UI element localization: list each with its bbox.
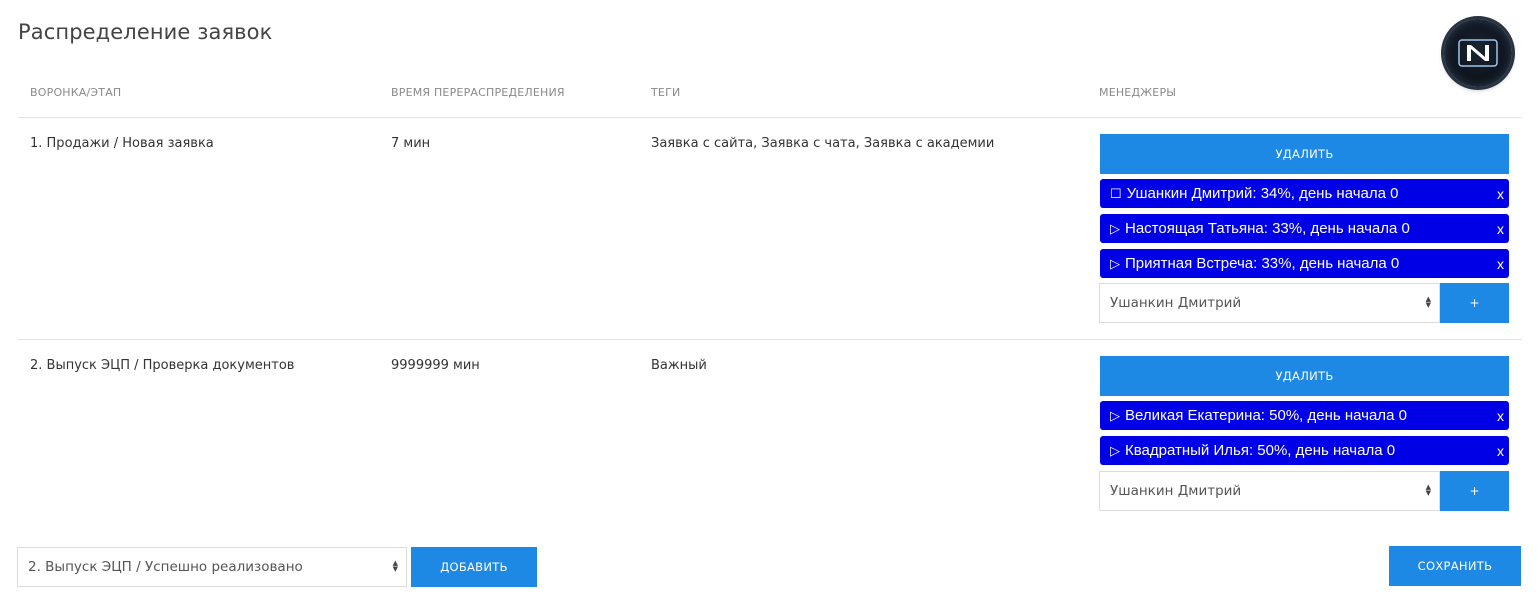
header-divider	[18, 117, 1522, 118]
column-header-managers: Менеджеры	[1099, 86, 1177, 99]
row-divider	[18, 339, 1522, 340]
add-manager-button[interactable]: +	[1440, 471, 1509, 511]
manager-chip[interactable]: ▷ Великая Екатерина: 50%, день начала 0 …	[1100, 401, 1509, 430]
remove-manager-button[interactable]: x	[1497, 249, 1504, 278]
manager-label: Настоящая Татьяна: 33%, день начала 0	[1125, 220, 1410, 237]
manager-label: Приятная Встреча: 33%, день начала 0	[1125, 255, 1400, 272]
stage-cell: 2. Выпуск ЭЦП / Проверка документов	[30, 358, 295, 373]
add-stage-button[interactable]: Добавить	[411, 547, 537, 587]
save-button[interactable]: Сохранить	[1389, 546, 1521, 586]
manager-select[interactable]: Ушанкин Дмитрий ▲ ▼	[1099, 471, 1440, 511]
time-cell: 7 мин	[391, 136, 431, 151]
select-caret-icon: ▲ ▼	[1425, 295, 1431, 309]
remove-manager-button[interactable]: x	[1497, 179, 1504, 208]
column-header-stage: Воронка/этап	[30, 86, 122, 99]
select-caret-icon: ▲ ▼	[392, 559, 398, 573]
play-icon[interactable]: ▷	[1110, 221, 1120, 237]
manager-label: Ушанкин Дмитрий: 34%, день начала 0	[1126, 185, 1399, 202]
delete-button[interactable]: Удалить	[1100, 356, 1509, 396]
column-header-time: Время перераспределения	[391, 86, 565, 99]
play-icon[interactable]: ▷	[1110, 443, 1120, 459]
delete-button[interactable]: Удалить	[1100, 134, 1509, 174]
manager-label: Квадратный Илья: 50%, день начала 0	[1125, 442, 1396, 459]
page-title: Распределение заявок	[18, 20, 273, 44]
n-logo-icon	[1458, 39, 1498, 67]
app-logo[interactable]	[1444, 19, 1512, 87]
tags-cell: Заявка с сайта, Заявка с чата, Заявка с …	[651, 136, 995, 151]
play-icon[interactable]: ▷	[1110, 408, 1120, 424]
select-caret-icon: ▲ ▼	[1425, 483, 1431, 497]
manager-select-value: Ушанкин Дмитрий	[1110, 295, 1242, 311]
stage-select-value: 2. Выпуск ЭЦП / Успешно реализовано	[28, 559, 303, 575]
remove-manager-button[interactable]: x	[1497, 436, 1504, 465]
play-icon[interactable]: ▷	[1110, 256, 1120, 272]
manager-select[interactable]: Ушанкин Дмитрий ▲ ▼	[1099, 283, 1440, 323]
manager-chip[interactable]: ☐ Ушанкин Дмитрий: 34%, день начала 0 x	[1100, 179, 1509, 208]
stage-cell: 1. Продажи / Новая заявка	[30, 136, 214, 151]
add-manager-button[interactable]: +	[1440, 283, 1509, 323]
stage-select[interactable]: 2. Выпуск ЭЦП / Успешно реализовано ▲ ▼	[17, 547, 407, 587]
time-cell: 9999999 мин	[391, 358, 480, 373]
tags-cell: Важный	[651, 358, 707, 373]
manager-label: Великая Екатерина: 50%, день начала 0	[1125, 407, 1407, 424]
manager-chip[interactable]: ▷ Квадратный Илья: 50%, день начала 0 x	[1100, 436, 1509, 465]
remove-manager-button[interactable]: x	[1497, 401, 1504, 430]
remove-manager-button[interactable]: x	[1497, 214, 1504, 243]
manager-select-value: Ушанкин Дмитрий	[1110, 483, 1242, 499]
checkbox-icon[interactable]: ☐	[1110, 186, 1122, 202]
column-header-tags: Теги	[651, 86, 681, 99]
manager-chip[interactable]: ▷ Приятная Встреча: 33%, день начала 0 x	[1100, 249, 1509, 278]
manager-chip[interactable]: ▷ Настоящая Татьяна: 33%, день начала 0 …	[1100, 214, 1509, 243]
